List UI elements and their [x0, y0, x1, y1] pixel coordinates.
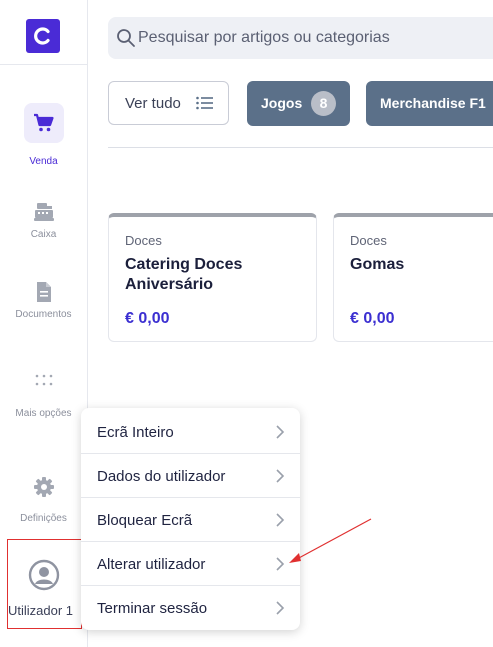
app-logo[interactable] [26, 19, 60, 53]
search-icon [117, 29, 135, 47]
menu-item-label: Ecrã Inteiro [97, 424, 174, 441]
menu-item-ecra-inteiro[interactable]: Ecrã Inteiro [81, 410, 300, 454]
nav-definicoes[interactable]: Definições [0, 476, 87, 524]
nav-documentos[interactable]: Documentos [0, 281, 87, 320]
annotation-highlight-box [7, 539, 82, 629]
chevron-right-icon [276, 469, 285, 483]
list-icon [196, 96, 213, 110]
category-chip-merchandise[interactable]: Merchandise F1 [366, 81, 493, 126]
cart-icon [33, 113, 54, 132]
document-icon [36, 282, 51, 302]
product-card[interactable]: Doces Catering Doces Aniversário € 0,00 [108, 213, 317, 342]
product-category: Doces [350, 233, 387, 248]
nav-venda[interactable]: Venda [0, 103, 87, 167]
view-all-button[interactable]: Ver tudo [108, 81, 229, 125]
sidebar-divider [0, 64, 87, 65]
nav-caixa[interactable]: Caixa [0, 201, 87, 240]
sidebar: Venda Caixa Documentos Mais opções Defin… [0, 0, 88, 647]
chip-label: Jogos [261, 95, 303, 111]
product-price: € 0,00 [125, 310, 170, 327]
menu-item-label: Alterar utilizador [97, 556, 206, 573]
menu-item-terminar-sessao[interactable]: Terminar sessão [81, 586, 300, 630]
chevron-right-icon [276, 557, 285, 571]
chip-label: Merchandise F1 [380, 95, 486, 111]
menu-item-label: Terminar sessão [97, 600, 208, 617]
nav-mais-opcoes-label: Mais opções [15, 408, 72, 419]
nav-caixa-label: Caixa [30, 229, 57, 240]
user-menu: Ecrã Inteiro Dados do utilizador Bloquea… [81, 408, 300, 630]
product-price: € 0,00 [350, 310, 395, 327]
nav-definicoes-label: Definições [20, 513, 67, 524]
menu-item-bloquear-ecra[interactable]: Bloquear Ecrã [81, 498, 300, 542]
nav-documentos-label: Documentos [15, 309, 72, 320]
c-logo-icon [34, 27, 50, 45]
nav-venda-label: Venda [29, 156, 58, 167]
search-input[interactable]: Pesquisar por artigos ou categorias [138, 29, 390, 47]
cash-register-icon [33, 203, 54, 221]
dots-grid-icon [35, 374, 52, 386]
count-badge: 8 [311, 91, 336, 116]
section-divider [108, 147, 493, 148]
product-name: Gomas [350, 256, 405, 273]
chevron-right-icon [276, 513, 285, 527]
search-bar[interactable]: Pesquisar por artigos ou categorias [108, 17, 493, 59]
view-all-label: Ver tudo [125, 95, 181, 112]
category-chip-jogos[interactable]: Jogos 8 [247, 81, 350, 126]
menu-item-label: Bloquear Ecrã [97, 512, 193, 529]
nav-mais-opcoes[interactable]: Mais opções [0, 372, 87, 419]
gear-icon [33, 477, 54, 497]
product-category: Doces [125, 233, 162, 248]
chevron-right-icon [276, 425, 285, 439]
menu-item-dados-utilizador[interactable]: Dados do utilizador [81, 454, 300, 498]
product-name: Catering Doces Aniversário [125, 256, 243, 293]
product-card[interactable]: Doces Gomas € 0,00 [333, 213, 493, 342]
menu-item-alterar-utilizador[interactable]: Alterar utilizador [81, 542, 300, 586]
chevron-right-icon [276, 601, 285, 615]
menu-item-label: Dados do utilizador [97, 468, 226, 485]
